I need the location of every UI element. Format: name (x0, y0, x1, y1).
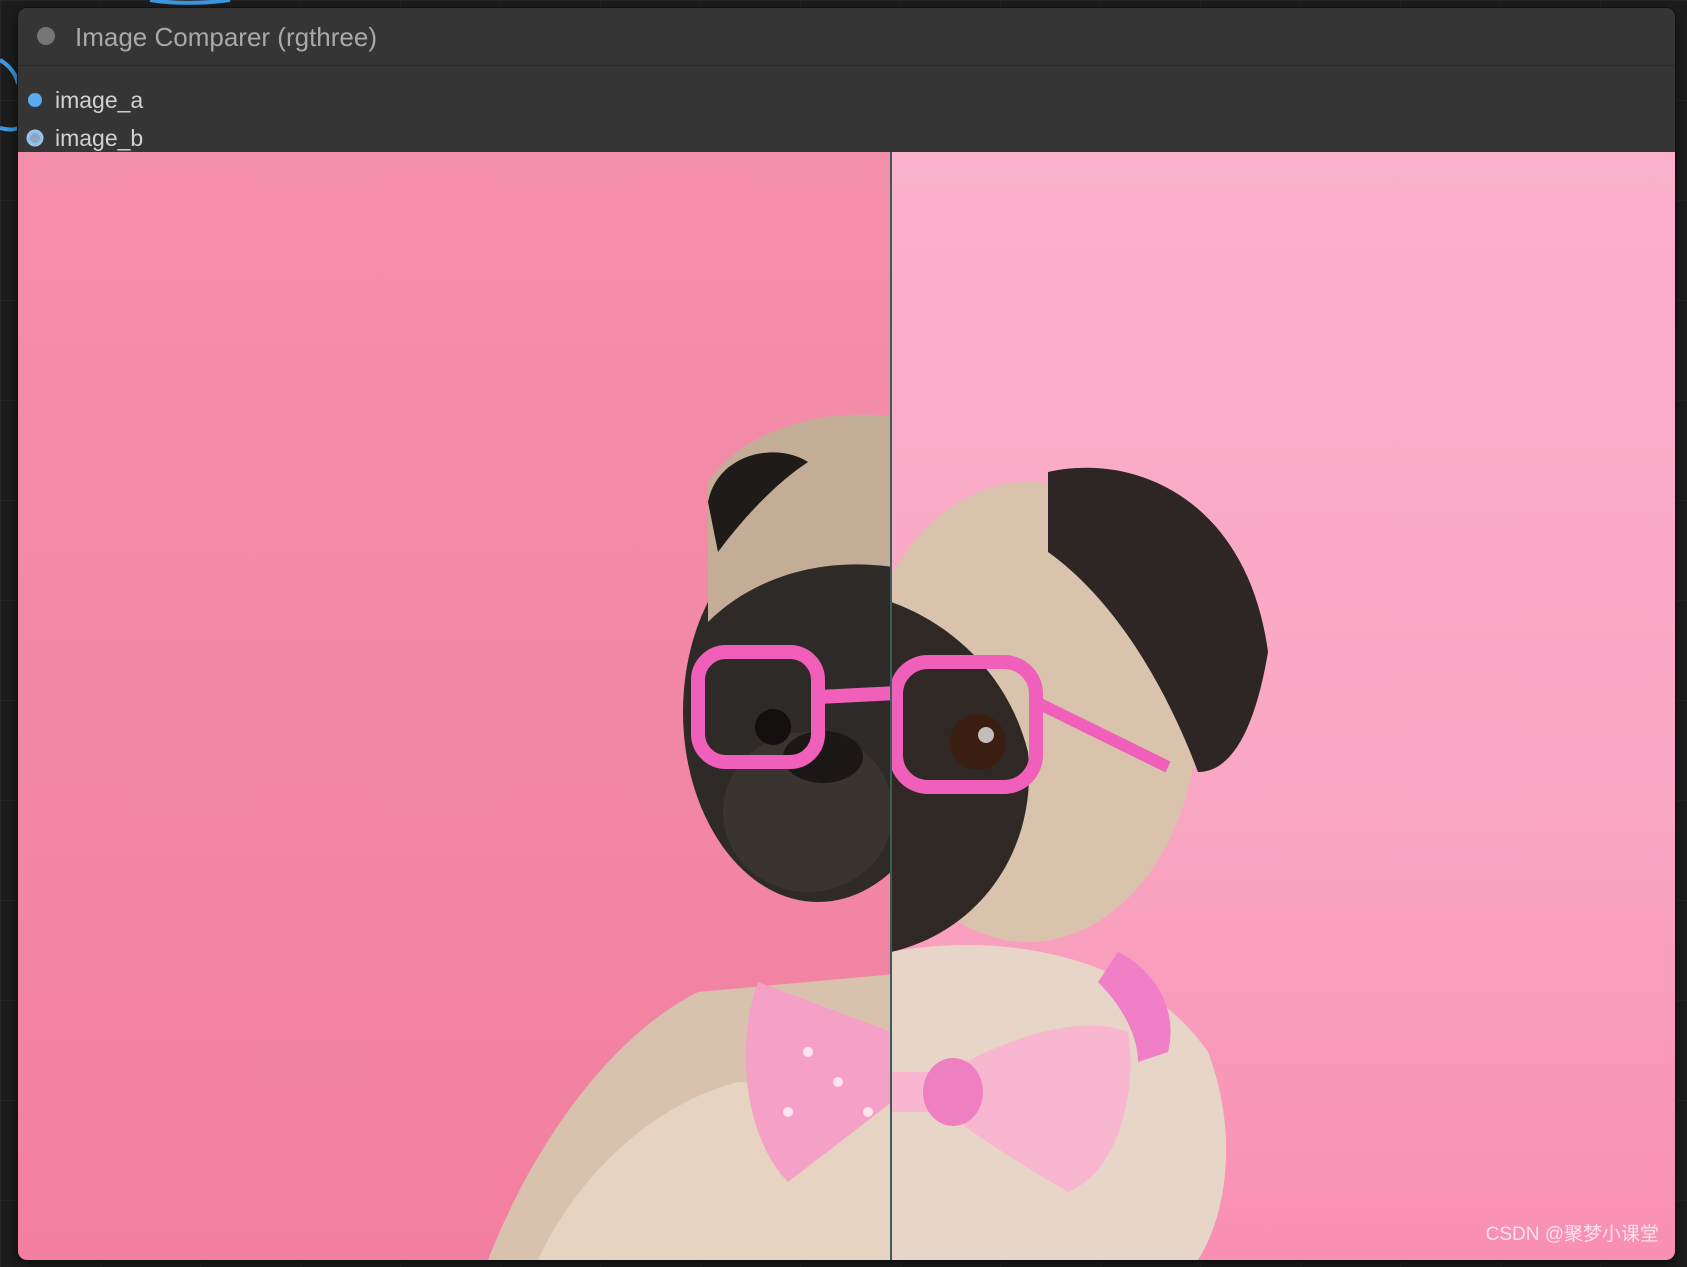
graph-canvas[interactable]: Image Comparer (rgthree) image_a image_b (0, 0, 1687, 1267)
pug-image-a-icon (488, 414, 891, 1260)
watermark-text: CSDN @聚梦小课堂 (1485, 1224, 1659, 1245)
input-label: image_a (55, 87, 144, 113)
input-connector-icon[interactable] (28, 93, 42, 107)
image-comparer-node[interactable]: Image Comparer (rgthree) image_a image_b (18, 8, 1675, 1260)
input-slot-image-a[interactable]: image_a (18, 81, 318, 119)
image-compare-viewer[interactable]: CSDN @聚梦小课堂 (18, 152, 1675, 1260)
input-connector-icon[interactable] (28, 131, 42, 145)
input-label: image_b (55, 125, 144, 151)
collapse-toggle-icon[interactable] (37, 27, 55, 45)
node-title: Image Comparer (rgthree) (75, 22, 377, 52)
image-a-preview (18, 152, 891, 1260)
compare-slider-divider[interactable] (890, 152, 892, 1260)
pug-image-b-icon (891, 467, 1268, 1260)
image-b-preview (891, 152, 1675, 1260)
node-title-bar[interactable]: Image Comparer (rgthree) (18, 8, 1675, 66)
